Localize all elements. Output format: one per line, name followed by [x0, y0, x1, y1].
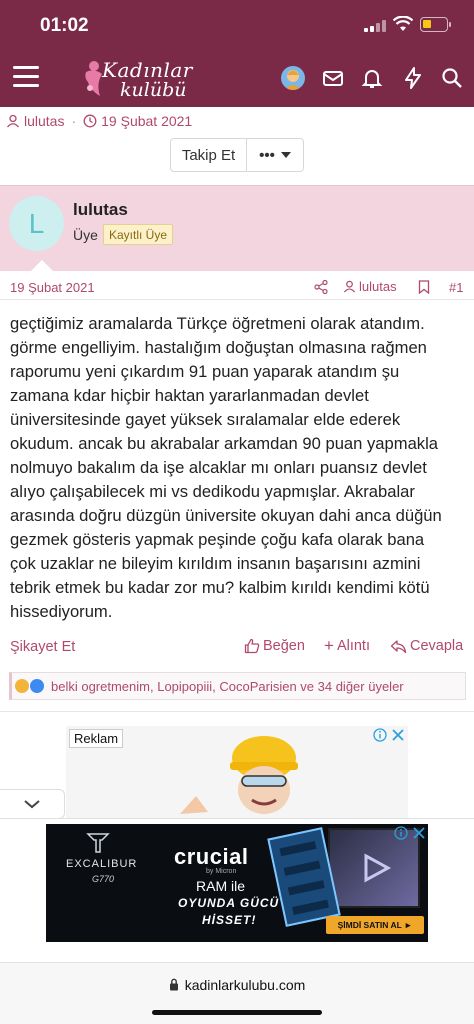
post-attribution-bar: 19 Şubat 2021 lulutas #1 — [0, 276, 474, 300]
ad-choices[interactable] — [394, 826, 426, 840]
thread-date[interactable]: 19 Şubat 2021 — [101, 113, 192, 129]
signal-icon — [364, 20, 386, 32]
crucial-line2: HİSSET! — [202, 913, 257, 927]
buy-now-button[interactable]: ŞİMDİ SATIN AL ► — [326, 916, 424, 934]
close-icon[interactable] — [412, 826, 426, 840]
follow-button[interactable]: Takip Et — [170, 138, 247, 172]
post-line: görme engelliyim. hastalığım doğuştan ol… — [10, 338, 427, 357]
reply-button[interactable]: Cevapla — [390, 638, 463, 654]
ad-worker-image — [180, 736, 298, 814]
excalibur-logo: EXCALIBUR G770 — [58, 830, 138, 890]
status-time: 01:02 — [40, 15, 89, 36]
reactions-bar[interactable]: belki ogretmenim, Lopipopiii, CocoParisi… — [9, 672, 466, 700]
user-icon — [343, 280, 356, 293]
site-header: Kadınlar kulübü — [0, 50, 474, 107]
ad-separator — [0, 818, 474, 819]
like-button[interactable]: Beğen — [244, 638, 305, 654]
menu-icon[interactable] — [13, 66, 39, 88]
caret-down-icon — [280, 152, 291, 158]
author-avatar[interactable]: L — [9, 196, 64, 251]
post-line: üniversitesinde gayet yüksek sıralamalar… — [10, 410, 401, 429]
bookmark-icon[interactable] — [418, 280, 430, 294]
crucial-title: crucial — [174, 844, 249, 869]
wifi-icon — [393, 16, 413, 31]
info-icon[interactable] — [373, 728, 387, 742]
post-body: geçtiğimiz aramalarda Türkçe öğretmeni o… — [10, 312, 470, 624]
bell-icon[interactable] — [360, 66, 384, 90]
author-badge: Kayıtlı Üye — [103, 224, 174, 245]
user-avatar[interactable] — [281, 66, 305, 90]
divider — [0, 711, 474, 712]
post-line: arasında doğru düzgün üniversite okuyan … — [10, 506, 442, 525]
browser-address-bar[interactable]: kadinlarkulubu.com — [0, 962, 474, 1024]
author-username[interactable]: lulutas — [73, 200, 128, 220]
crucial-sub: by Micron — [206, 868, 237, 875]
post-author-name: lulutas — [359, 279, 397, 294]
report-button[interactable]: Şikayet Et — [10, 639, 75, 655]
ad-banner-crucial[interactable]: EXCALIBUR G770 crucial by Micron RAM ile… — [46, 824, 428, 942]
share-icon[interactable] — [314, 280, 328, 294]
heart-eyes-icon — [15, 679, 29, 693]
post-line: okudum. ancak bu akrabalar arkamdan 90 p… — [10, 434, 439, 453]
user-icon — [7, 114, 19, 128]
more-options-button[interactable]: ••• — [246, 138, 304, 172]
post-line: hissediyorum. — [10, 602, 113, 621]
post-line: tebrik etmek bu kadar zor mu? kalbim kır… — [10, 578, 430, 597]
logo-text-line2: kulübü — [120, 79, 187, 101]
post-line: çok uzaklar ne bileyim kırıldım insanın … — [10, 554, 421, 573]
excalibur-model: G770 — [92, 874, 115, 884]
post-number[interactable]: #1 — [449, 280, 463, 295]
home-indicator[interactable] — [152, 1010, 322, 1015]
excalibur-name: EXCALIBUR — [66, 858, 138, 870]
crucial-line1: OYUNDA GÜCÜ — [178, 896, 280, 910]
like-reaction-icon — [30, 679, 44, 693]
ad-banner-top[interactable]: Reklam — [66, 726, 408, 818]
post-author-block: L lulutas Üye Kayıtlı Üye — [0, 185, 474, 272]
author-role: Üye — [73, 227, 98, 243]
post-line: nolmuyo bakalım da işe alcaklar mı onlar… — [10, 458, 427, 477]
reply-label: Cevapla — [410, 638, 464, 654]
ad-laptop-image — [328, 828, 420, 908]
search-icon[interactable] — [440, 66, 464, 90]
close-icon[interactable] — [391, 728, 405, 742]
bolt-icon[interactable] — [401, 66, 425, 90]
lock-icon — [169, 978, 179, 994]
avatar-pointer — [30, 260, 54, 272]
plus-icon: + — [324, 636, 334, 655]
collapse-ad-button[interactable] — [0, 789, 65, 819]
meta-separator: · — [71, 113, 77, 129]
thumbs-up-icon — [244, 638, 260, 654]
reply-icon — [390, 639, 407, 653]
battery-icon — [420, 17, 451, 32]
url-text: kadinlarkulubu.com — [184, 977, 306, 993]
thread-author[interactable]: lulutas — [24, 113, 64, 129]
top-bar: 01:02 Kadınlar kulübü — [0, 0, 474, 107]
quote-label: Alıntı — [336, 638, 370, 654]
post-actions: Şikayet Et Beğen + Alıntı Cevapla — [0, 637, 474, 661]
ad-label: Reklam — [69, 729, 124, 748]
quote-button[interactable]: + Alıntı — [324, 636, 370, 655]
post-line: gezmek gösteris yapmak peşinde çoğu kafa… — [10, 530, 425, 549]
thread-meta: lulutas · 19 Şubat 2021 — [6, 113, 192, 129]
info-icon[interactable] — [394, 826, 408, 840]
like-label: Beğen — [263, 638, 305, 654]
chevron-down-icon — [24, 800, 40, 809]
post-date[interactable]: 19 Şubat 2021 — [10, 280, 95, 295]
post-line: raporumu yeni çıkardım 91 puan yaparak a… — [10, 362, 400, 381]
clock-icon — [83, 114, 97, 128]
post-line: geçtiğimiz aramalarda Türkçe öğretmeni o… — [10, 314, 425, 333]
site-logo[interactable]: Kadınlar kulübü — [82, 56, 194, 102]
more-dots: ••• — [259, 146, 275, 164]
reactions-text: belki ogretmenim, Lopipopiii, CocoParisi… — [51, 678, 404, 694]
post-line: alıyo çalışabilecek mi vs dedikodu yapmı… — [10, 482, 415, 501]
mail-icon[interactable] — [321, 66, 345, 90]
post-line: zamana kdar hiçbir haktan yararlanmadan … — [10, 386, 369, 405]
url-display[interactable]: kadinlarkulubu.com — [0, 977, 474, 994]
post-author-link[interactable]: lulutas — [343, 279, 397, 294]
ad-choices[interactable] — [373, 728, 405, 742]
excalibur-mark-icon — [86, 833, 110, 853]
status-bar: 01:02 — [0, 0, 474, 50]
crucial-ram-text: RAM ile — [196, 878, 246, 894]
